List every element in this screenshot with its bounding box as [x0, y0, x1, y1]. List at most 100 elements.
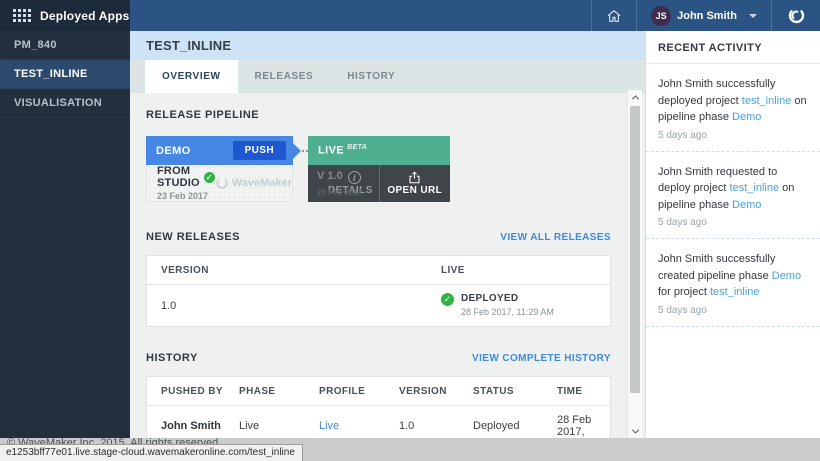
push-button[interactable]: PUSH	[233, 141, 286, 160]
activity-text-segment: for project	[658, 286, 710, 298]
new-releases-heading: NEW RELEASES	[146, 231, 240, 243]
activity-timestamp: 5 days ago	[658, 130, 808, 141]
deployed-apps-window: Deployed Apps JS John Smith PM_840 TEST_…	[0, 0, 820, 461]
main-content: TEST_INLINE OVERVIEW RELEASES HISTORY RE…	[130, 31, 645, 438]
pipeline-card-demo: DEMO PUSH FROM STUDIO ✓ 23 Feb 2017	[146, 136, 293, 202]
app-title: Deployed Apps	[40, 9, 130, 23]
tab-bar: OVERVIEW RELEASES HISTORY	[130, 60, 645, 93]
live-label: LIVE	[318, 145, 344, 157]
tab-label: HISTORY	[347, 71, 395, 82]
activity-phase-link[interactable]: Demo	[772, 270, 801, 282]
activity-timestamp: 5 days ago	[658, 217, 808, 228]
sidebar-item-pm-840[interactable]: PM_840	[0, 31, 130, 60]
user-menu[interactable]: JS John Smith	[637, 0, 771, 31]
link-preview-statusbar: e1253bff77e01.live.stage-cloud.wavemaker…	[0, 444, 303, 461]
recent-activity-heading: RECENT ACTIVITY	[646, 31, 820, 64]
sidebar-item-label: TEST_INLINE	[14, 68, 88, 80]
live-date: 28 Feb 2017	[317, 188, 362, 197]
pipeline-card-live: LIVEBETA V 1.0 28 Feb 2017 i DETAILS OPE…	[308, 136, 450, 202]
phase-name: DEMO	[156, 145, 233, 157]
release-live-status: ✓ DEPLOYED 28 Feb 2017, 11:29 AM	[427, 285, 610, 326]
view-all-releases-link[interactable]: VIEW ALL RELEASES	[500, 232, 611, 243]
view-complete-history-link[interactable]: VIEW COMPLETE HISTORY	[472, 353, 611, 364]
tab-releases[interactable]: RELEASES	[238, 60, 331, 93]
history-pushed-by: John Smith	[147, 412, 225, 438]
demo-card-body: FROM STUDIO ✓ 23 Feb 2017 WaveMaker	[146, 165, 293, 202]
sidebar: PM_840 TEST_INLINE VISUALISATION	[0, 31, 130, 438]
activity-project-link[interactable]: test_inline	[710, 286, 760, 298]
phase-name: LIVEBETA	[318, 144, 443, 157]
column-header-version: VERSION	[385, 377, 459, 405]
tab-overview[interactable]: OVERVIEW	[145, 60, 238, 93]
details-button[interactable]: V 1.0 28 Feb 2017 i DETAILS	[308, 165, 379, 202]
wavemaker-logo-icon	[772, 0, 820, 31]
tab-label: OVERVIEW	[162, 71, 221, 82]
release-version: 1.0	[147, 292, 427, 320]
deployed-check-icon: ✓	[441, 293, 454, 306]
beta-badge: BETA	[347, 144, 367, 151]
pipeline-arrow	[293, 143, 301, 159]
wavemaker-watermark-icon	[215, 176, 229, 190]
history-profile-link[interactable]: Live	[305, 412, 385, 438]
vertical-scrollbar[interactable]	[627, 90, 642, 438]
scrollbar-thumb[interactable]	[630, 106, 640, 393]
activity-phase-link[interactable]: Demo	[732, 111, 761, 123]
chevron-down-icon	[749, 14, 757, 18]
open-url-icon	[408, 171, 421, 184]
column-header-status: STATUS	[459, 377, 543, 405]
table-header-row: VERSION LIVE	[147, 256, 610, 285]
tab-label: RELEASES	[255, 71, 314, 82]
page-title: TEST_INLINE	[146, 38, 231, 53]
wavemaker-watermark: WaveMaker	[215, 176, 292, 190]
deploy-time: 28 Feb 2017, 11:29 AM	[461, 307, 554, 317]
demo-date: 23 Feb 2017	[157, 191, 215, 201]
column-header-time: TIME	[543, 377, 610, 405]
avatar: JS	[651, 6, 671, 26]
activity-text-segment: John Smith successfully created pipeline…	[658, 253, 775, 282]
history-status: Deployed	[459, 412, 543, 438]
activity-text: John Smith successfully deployed project…	[658, 76, 808, 126]
history-table: PUSHED BY PHASE PROFILE VERSION STATUS T…	[146, 376, 611, 438]
history-version: 1.0	[385, 412, 459, 438]
release-pipeline: DEMO PUSH FROM STUDIO ✓ 23 Feb 2017	[146, 136, 611, 202]
demo-source: FROM STUDIO ✓	[157, 165, 215, 189]
column-header-profile: PROFILE	[305, 377, 385, 405]
user-name: John Smith	[677, 10, 737, 22]
open-url-label: OPEN URL	[387, 185, 442, 196]
scroll-up-button[interactable]	[628, 90, 643, 104]
activity-text: John Smith requested to deploy project t…	[658, 164, 808, 214]
live-version: V 1.0	[317, 170, 343, 182]
sidebar-item-label: VISUALISATION	[14, 97, 102, 109]
release-pipeline-heading: RELEASE PIPELINE	[146, 109, 611, 121]
activity-phase-link[interactable]: Demo	[732, 199, 761, 211]
column-header-pushed-by: PUSHED BY	[147, 377, 225, 405]
success-check-icon: ✓	[204, 172, 215, 183]
demo-source-label: FROM STUDIO	[157, 165, 200, 189]
recent-activity-panel: RECENT ACTIVITY John Smith successfully …	[645, 31, 820, 438]
deploy-status-block: DEPLOYED 28 Feb 2017, 11:29 AM	[461, 293, 554, 317]
new-releases-header-row: NEW RELEASES VIEW ALL RELEASES	[146, 231, 611, 243]
sidebar-item-label: PM_840	[14, 39, 57, 51]
scroll-down-button[interactable]	[628, 424, 643, 438]
activity-text: John Smith successfully created pipeline…	[658, 251, 808, 301]
home-button[interactable]	[592, 0, 636, 31]
activity-project-link[interactable]: test_inline	[742, 95, 792, 107]
info-icon: i	[348, 171, 361, 184]
top-bar-brand: Deployed Apps	[0, 0, 130, 31]
apps-grid-icon[interactable]	[13, 9, 31, 22]
column-header-phase: PHASE	[225, 377, 305, 405]
table-header-row: PUSHED BY PHASE PROFILE VERSION STATUS T…	[147, 377, 610, 406]
sidebar-item-test-inline[interactable]: TEST_INLINE	[0, 60, 130, 89]
home-icon	[606, 8, 622, 24]
table-row: 1.0 ✓ DEPLOYED 28 Feb 2017, 11:29 AM	[147, 285, 610, 326]
chevron-down-icon	[632, 426, 639, 433]
activity-project-link[interactable]: test_inline	[730, 182, 780, 194]
open-url-button[interactable]: OPEN URL	[379, 165, 451, 202]
wavemaker-watermark-text: WaveMaker	[232, 177, 292, 189]
top-bar: Deployed Apps JS John Smith	[0, 0, 820, 31]
history-header-row: HISTORY VIEW COMPLETE HISTORY	[146, 352, 611, 364]
history-time: 28 Feb 2017,	[543, 406, 610, 438]
tab-history[interactable]: HISTORY	[330, 60, 412, 93]
activity-item: John Smith successfully deployed project…	[646, 64, 820, 152]
sidebar-item-visualisation[interactable]: VISUALISATION	[0, 89, 130, 118]
